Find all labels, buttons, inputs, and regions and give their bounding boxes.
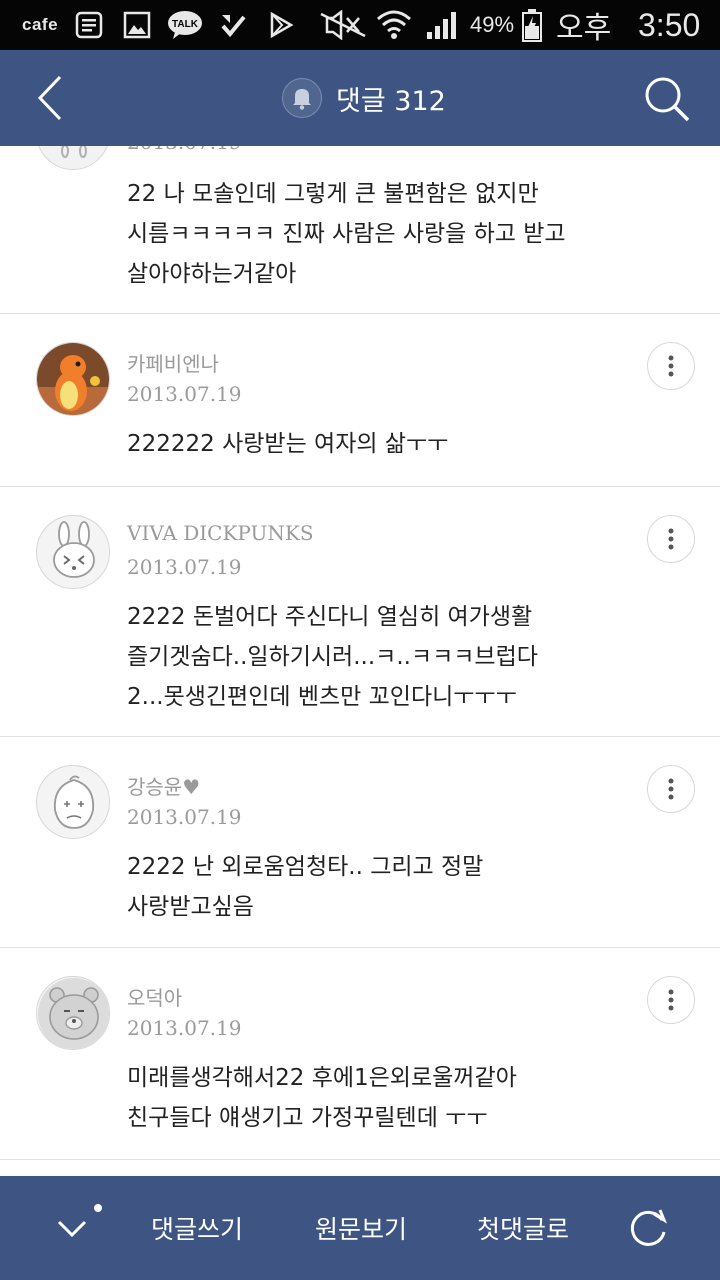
comment-text: 미래를생각해서22 후에1은외로울꺼같아 친구들다 얘생기고 가정꾸릴텐데 ㅜㅜ <box>127 1065 517 1131</box>
battery-icon <box>520 0 544 50</box>
comment-item: 오덕아 2013.07.19 미래를생각해서22 후에1은외로울꺼같아 친구들다… <box>0 948 720 1160</box>
comment-author: 오덕아 <box>127 986 183 1010</box>
comment-author: 강승윤♥ <box>127 775 201 799</box>
play-store-icon <box>266 0 296 50</box>
comment-item: VIVA DICKPUNKS 2013.07.19 2222 돈벌어다 주신다니… <box>0 487 720 737</box>
chevron-down-icon <box>57 1220 87 1238</box>
talk-icon-text: TALK <box>172 19 199 30</box>
comment-item: 2013.07.19 22 나 모솔인데 그렇게 큰 불편함은 없지만 시름ㅋㅋ… <box>0 146 720 314</box>
app-header: 댓글 312 <box>0 50 720 146</box>
comment-item: 강승윤♥ 2013.07.19 2222 난 외로움엄청타.. 그리고 정말 사… <box>0 737 720 948</box>
bear-avatar-icon[interactable] <box>36 976 110 1050</box>
search-icon <box>645 77 690 122</box>
more-vertical-icon <box>668 355 674 377</box>
rabbit-avatar-icon[interactable] <box>36 515 110 589</box>
write-comment-button[interactable]: 댓글쓰기 <box>130 1176 264 1280</box>
signal-icon <box>424 0 460 50</box>
comment-text: 2222 돈벌어다 주신다니 열심히 여가생활 즐기겟숨다..일하기시러...ㅋ… <box>127 604 538 710</box>
comment-item: 카페비엔나 2013.07.19 222222 사랑받는 여자의 삶ㅜㅜ <box>0 314 720 487</box>
new-indicator-dot <box>94 1204 102 1212</box>
ampm-label: 오후 <box>556 12 612 45</box>
notes-icon <box>74 0 104 50</box>
check-icon <box>218 0 248 50</box>
comment-more-button[interactable] <box>647 765 695 813</box>
view-original-button[interactable]: 원문보기 <box>294 1176 428 1280</box>
wifi-icon <box>376 0 412 50</box>
gallery-icon <box>122 0 152 50</box>
comment-more-button[interactable] <box>647 976 695 1024</box>
first-comment-button[interactable]: 첫댓글로 <box>456 1176 590 1280</box>
comment-author: 카페비엔나 <box>127 352 219 376</box>
comment-author: VIVA DICKPUNKS <box>127 521 314 545</box>
more-vertical-icon <box>668 989 674 1011</box>
comment-date: 2013.07.19 <box>127 382 242 406</box>
battery-percent: 49% <box>470 12 515 37</box>
status-bar: cafe TALK 49% 오후 3:50 <box>0 0 720 50</box>
comment-date: 2013.07.19 <box>127 1016 242 1040</box>
comment-date: 2013.07.19 <box>127 555 242 579</box>
peach-avatar-icon[interactable] <box>36 765 110 839</box>
talk-icon: TALK <box>166 0 204 50</box>
comment-text: 222222 사랑받는 여자의 삶ㅜㅜ <box>127 431 449 457</box>
refresh-button[interactable] <box>618 1176 678 1280</box>
comment-text: 22 나 모솔인데 그렇게 큰 불편함은 없지만 시름ㅋㅋㅋㅋㅋ 진짜 사람은 … <box>127 181 566 287</box>
comment-text: 2222 난 외로움엄청타.. 그리고 정말 사랑받고싶음 <box>127 854 484 920</box>
comment-list[interactable]: 2013.07.19 22 나 모솔인데 그렇게 큰 불편함은 없지만 시름ㅋㅋ… <box>0 146 720 1176</box>
notification-bell-button[interactable] <box>282 78 322 118</box>
search-button[interactable] <box>636 68 698 130</box>
collapse-button[interactable] <box>40 1176 104 1280</box>
default-avatar-icon[interactable] <box>36 146 110 170</box>
cafe-app-label: cafe <box>22 15 59 34</box>
back-button[interactable] <box>20 68 80 128</box>
mute-icon <box>318 0 368 50</box>
more-vertical-icon <box>668 778 674 800</box>
comment-date: 2013.07.19 <box>127 146 242 154</box>
bottom-action-bar: 댓글쓰기 원문보기 첫댓글로 <box>0 1176 720 1280</box>
bell-icon <box>293 89 311 110</box>
back-icon <box>37 75 62 121</box>
charmander-avatar-icon[interactable] <box>36 342 110 416</box>
page-title: 댓글 312 <box>336 85 446 117</box>
clock: 3:50 <box>638 6 701 43</box>
comment-date: 2013.07.19 <box>127 805 242 829</box>
more-vertical-icon <box>668 528 674 550</box>
comment-more-button[interactable] <box>647 515 695 563</box>
comment-more-button[interactable] <box>647 342 695 390</box>
refresh-icon <box>630 1209 668 1246</box>
header-title-group: 댓글 312 <box>282 76 446 120</box>
